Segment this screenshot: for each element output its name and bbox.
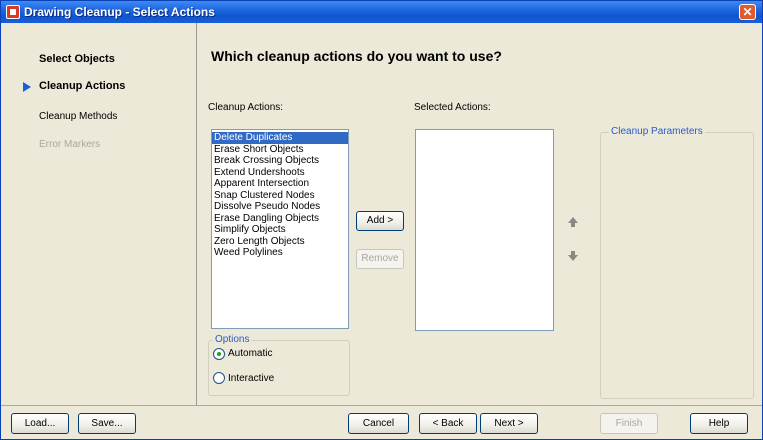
add-button[interactable]: Add > — [356, 211, 404, 231]
arrow-up-icon[interactable] — [564, 213, 582, 231]
list-item[interactable]: Break Crossing Objects — [212, 155, 348, 167]
drawing-cleanup-dialog: Drawing Cleanup - Select Actions ✕ Selec… — [0, 0, 763, 440]
step-cleanup-actions[interactable]: Cleanup Actions — [39, 80, 125, 92]
list-item[interactable]: Delete Duplicates — [212, 132, 348, 144]
cleanup-parameters-title: Cleanup Parameters — [609, 126, 705, 137]
save-button[interactable]: Save... — [78, 413, 136, 434]
back-button[interactable]: < Back — [419, 413, 477, 434]
selected-actions-label: Selected Actions: — [414, 102, 491, 113]
close-icon[interactable]: ✕ — [739, 4, 756, 20]
automatic-label[interactable]: Automatic — [228, 348, 272, 359]
list-item[interactable]: Apparent Intersection — [212, 178, 348, 190]
step-error-markers: Error Markers — [39, 139, 101, 150]
list-item[interactable]: Zero Length Objects — [212, 236, 348, 248]
window-title: Drawing Cleanup - Select Actions — [24, 5, 215, 19]
remove-button: Remove — [356, 249, 404, 269]
cleanup-actions-label: Cleanup Actions: — [208, 102, 284, 113]
list-item[interactable]: Dissolve Pseudo Nodes — [212, 201, 348, 213]
next-button[interactable]: Next > — [480, 413, 538, 434]
cancel-button[interactable]: Cancel — [348, 413, 409, 434]
step-cleanup-methods[interactable]: Cleanup Methods — [39, 111, 117, 122]
step-select-objects[interactable]: Select Objects — [39, 53, 115, 65]
cleanup-parameters-group: Cleanup Parameters — [600, 126, 754, 399]
cleanup-actions-list[interactable]: Delete Duplicates Erase Short Objects Br… — [211, 129, 349, 329]
automatic-radio[interactable] — [213, 348, 225, 360]
help-button[interactable]: Help — [690, 413, 748, 434]
load-button[interactable]: Load... — [11, 413, 69, 434]
interactive-label[interactable]: Interactive — [228, 373, 274, 384]
main-panel: Which cleanup actions do you want to use… — [198, 23, 762, 405]
interactive-radio[interactable] — [213, 372, 225, 384]
arrow-down-icon[interactable] — [564, 247, 582, 265]
finish-button: Finish — [600, 413, 658, 434]
wizard-steps-sidebar: Select Objects Cleanup Actions Cleanup M… — [1, 23, 197, 405]
options-title: Options — [213, 334, 252, 345]
arrow-right-icon — [23, 82, 31, 92]
list-item[interactable]: Weed Polylines — [212, 247, 348, 259]
app-icon — [6, 5, 20, 19]
list-item[interactable]: Erase Dangling Objects — [212, 213, 348, 225]
list-item[interactable]: Snap Clustered Nodes — [212, 190, 348, 202]
page-question: Which cleanup actions do you want to use… — [211, 48, 502, 64]
options-group: Options Automatic Interactive — [208, 334, 350, 396]
title-bar[interactable]: Drawing Cleanup - Select Actions ✕ — [1, 1, 762, 23]
list-item[interactable]: Erase Short Objects — [212, 144, 348, 156]
list-item[interactable]: Extend Undershoots — [212, 167, 348, 179]
footer-bar: Load... Save... Cancel < Back Next > Fin… — [1, 406, 762, 439]
selected-actions-list[interactable] — [415, 129, 554, 331]
list-item[interactable]: Simplify Objects — [212, 224, 348, 236]
